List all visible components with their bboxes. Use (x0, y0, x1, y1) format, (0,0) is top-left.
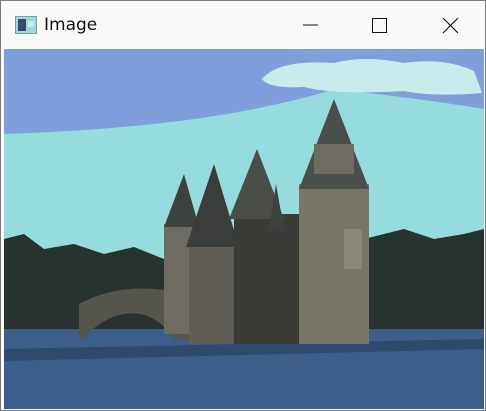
minimize-icon[interactable] (287, 1, 333, 49)
title-bar[interactable]: Image (1, 1, 485, 49)
maximize-icon[interactable] (355, 1, 401, 49)
window-title: Image (44, 15, 98, 35)
image-icon (15, 16, 37, 34)
close-icon[interactable] (427, 1, 473, 49)
image-window: Image (0, 0, 486, 411)
image-canvas (4, 49, 484, 409)
